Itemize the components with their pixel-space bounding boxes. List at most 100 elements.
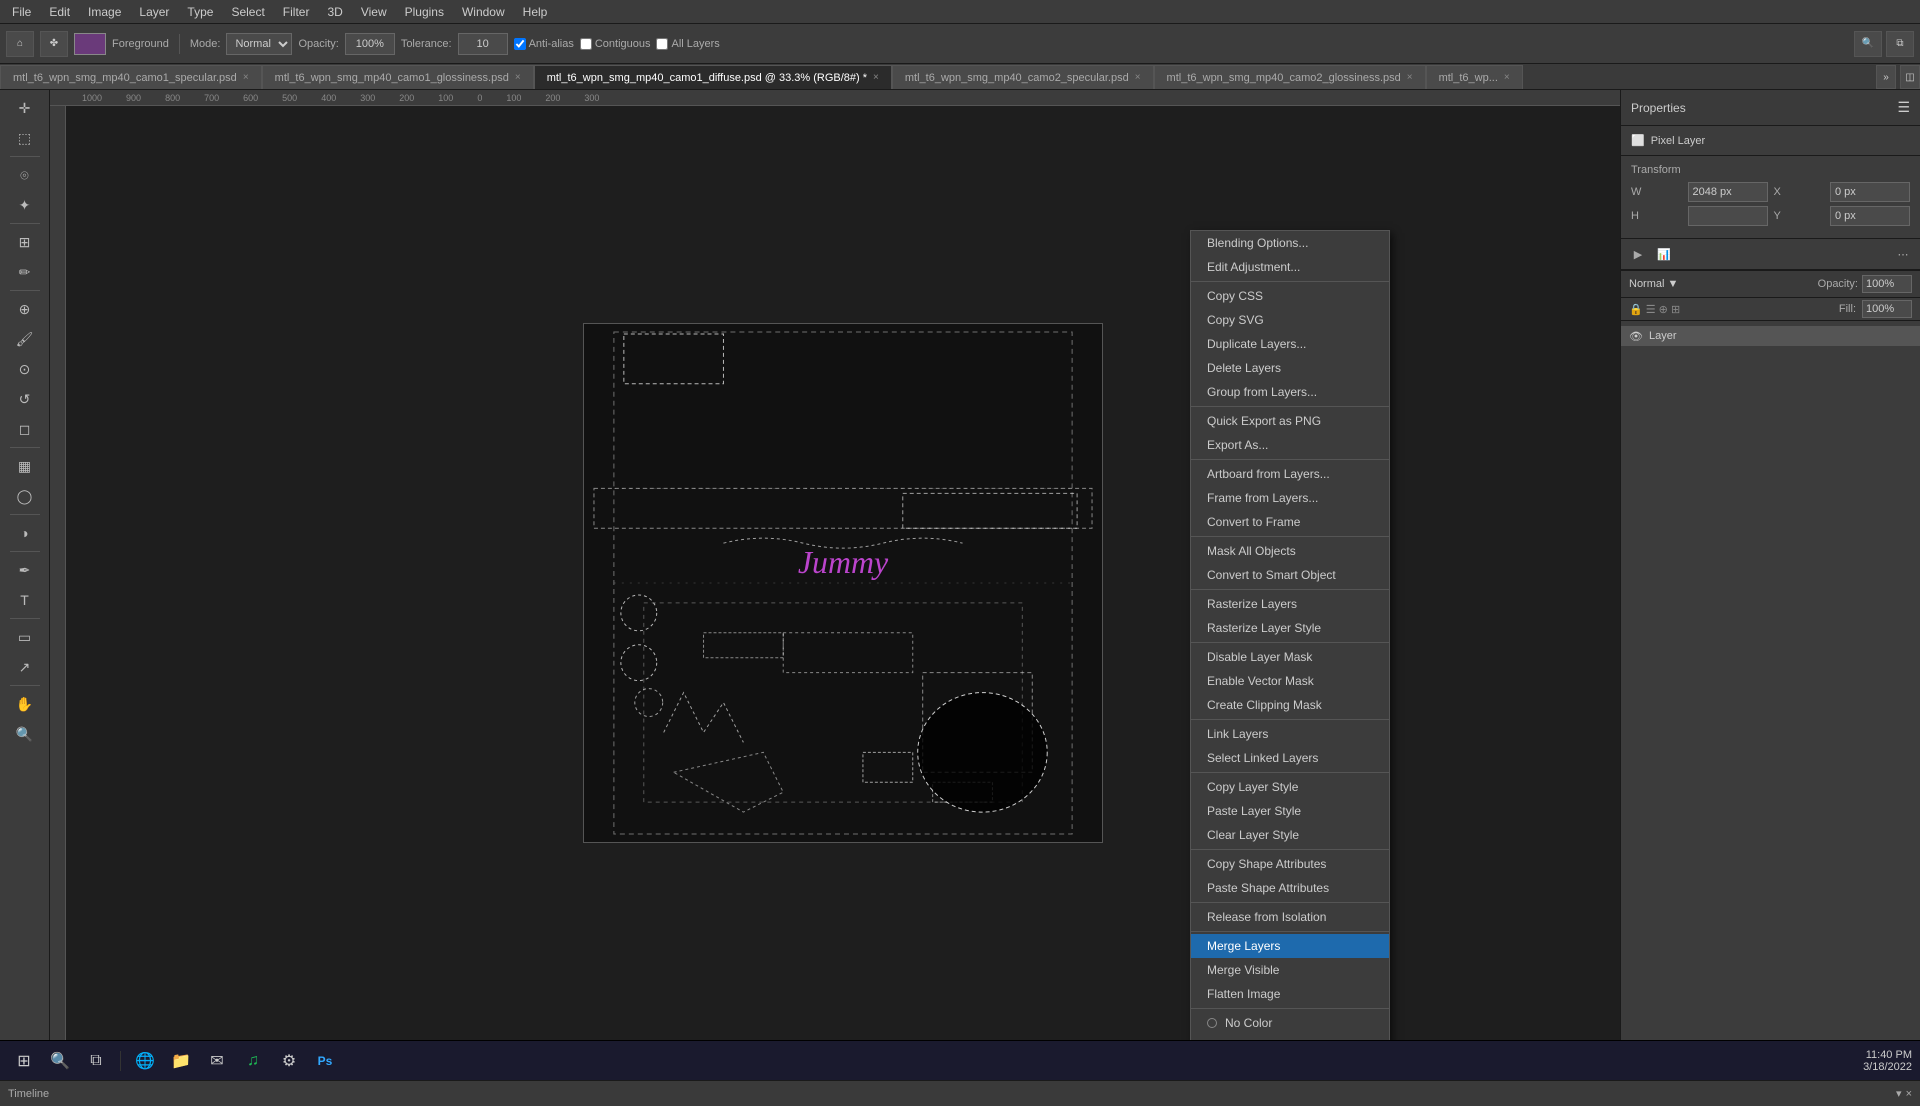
- x-input[interactable]: [1830, 182, 1910, 202]
- stamp-tool[interactable]: ⊙: [7, 355, 43, 383]
- crop-tool[interactable]: ⊞: [7, 228, 43, 256]
- chart-icon[interactable]: 📊: [1653, 243, 1675, 265]
- healing-tool[interactable]: ⊕: [7, 295, 43, 323]
- search-tool[interactable]: 🔍: [1854, 31, 1882, 57]
- tool-selector[interactable]: ✤: [40, 31, 68, 57]
- gradient-tool[interactable]: ▦: [7, 452, 43, 480]
- menu-layer[interactable]: Layer: [131, 3, 177, 21]
- tab-1[interactable]: mtl_t6_wpn_smg_mp40_camo1_glossiness.psd…: [262, 65, 534, 89]
- timeline-close-btn[interactable]: ×: [1906, 1088, 1912, 1100]
- ctx-copy-layer-style[interactable]: Copy Layer Style: [1191, 775, 1389, 799]
- ctx-convert-frame[interactable]: Convert to Frame: [1191, 510, 1389, 534]
- tab-4[interactable]: mtl_t6_wpn_smg_mp40_camo2_glossiness.psd…: [1154, 65, 1426, 89]
- tab-2[interactable]: mtl_t6_wpn_smg_mp40_camo1_diffuse.psd @ …: [534, 65, 892, 89]
- ctx-convert-smart[interactable]: Convert to Smart Object: [1191, 563, 1389, 587]
- ctx-clear-layer-style[interactable]: Clear Layer Style: [1191, 823, 1389, 847]
- ctx-link-layers[interactable]: Link Layers: [1191, 722, 1389, 746]
- canvas[interactable]: Jummy: [583, 323, 1103, 843]
- ctx-mask-all[interactable]: Mask All Objects: [1191, 539, 1389, 563]
- ctx-no-color[interactable]: No Color: [1191, 1011, 1389, 1035]
- foreground-swatch[interactable]: [74, 33, 106, 55]
- magic-wand-tool[interactable]: ✦: [7, 191, 43, 219]
- text-tool[interactable]: T: [7, 586, 43, 614]
- tab-3[interactable]: mtl_t6_wpn_smg_mp40_camo2_specular.psd ×: [892, 65, 1154, 89]
- layer-item-1[interactable]: 👁 Layer: [1621, 326, 1920, 346]
- dodge-tool[interactable]: ◑: [7, 519, 43, 547]
- ctx-artboard[interactable]: Artboard from Layers...: [1191, 462, 1389, 486]
- tolerance-input[interactable]: [458, 33, 508, 55]
- tab-0[interactable]: mtl_t6_wpn_smg_mp40_camo1_specular.psd ×: [0, 65, 262, 89]
- blur-tool[interactable]: ◯: [7, 482, 43, 510]
- panel-more-icon[interactable]: ⋯: [1892, 243, 1914, 265]
- brush-tool[interactable]: 🖌: [7, 325, 43, 353]
- tab-0-close[interactable]: ×: [243, 72, 249, 83]
- ctx-disable-mask[interactable]: Disable Layer Mask: [1191, 645, 1389, 669]
- menu-edit[interactable]: Edit: [41, 3, 78, 21]
- taskbar-explorer[interactable]: 📁: [165, 1045, 197, 1077]
- taskbar-steam[interactable]: ⚙: [273, 1045, 305, 1077]
- tab-4-close[interactable]: ×: [1407, 72, 1413, 83]
- anti-alias-checkbox[interactable]: [514, 38, 526, 50]
- ctx-select-linked[interactable]: Select Linked Layers: [1191, 746, 1389, 770]
- ctx-paste-layer-style[interactable]: Paste Layer Style: [1191, 799, 1389, 823]
- taskbar-photoshop[interactable]: Ps: [309, 1045, 341, 1077]
- taskbar-spotify[interactable]: ♫: [237, 1045, 269, 1077]
- taskbar-mail[interactable]: ✉: [201, 1045, 233, 1077]
- ctx-release-isolation[interactable]: Release from Isolation: [1191, 905, 1389, 929]
- tab-5[interactable]: mtl_t6_wp... ×: [1426, 65, 1523, 89]
- h-input[interactable]: [1688, 206, 1768, 226]
- menu-3d[interactable]: 3D: [319, 3, 350, 21]
- all-layers-checkbox[interactable]: [656, 38, 668, 50]
- ctx-enable-vector[interactable]: Enable Vector Mask: [1191, 669, 1389, 693]
- ctx-blending[interactable]: Blending Options...: [1191, 231, 1389, 255]
- menu-view[interactable]: View: [353, 3, 395, 21]
- mode-select[interactable]: Normal: [226, 33, 292, 55]
- ctx-merge-visible[interactable]: Merge Visible: [1191, 958, 1389, 982]
- tab-panel-toggle[interactable]: ◫: [1900, 65, 1920, 89]
- timeline-collapse-btn[interactable]: ▾: [1896, 1087, 1902, 1100]
- animate-icon[interactable]: ▶: [1627, 243, 1649, 265]
- properties-menu-icon[interactable]: ☰: [1897, 99, 1910, 116]
- layers-fill-input[interactable]: [1862, 300, 1912, 318]
- move-tool[interactable]: ✛: [7, 94, 43, 122]
- menu-select[interactable]: Select: [223, 3, 272, 21]
- selection-tool[interactable]: ⬚: [7, 124, 43, 152]
- history-tool[interactable]: ↺: [7, 385, 43, 413]
- tab-1-close[interactable]: ×: [515, 72, 521, 83]
- menu-help[interactable]: Help: [515, 3, 556, 21]
- opacity-input[interactable]: [345, 33, 395, 55]
- menu-file[interactable]: File: [4, 3, 39, 21]
- ctx-export-as[interactable]: Export As...: [1191, 433, 1389, 457]
- ctx-group[interactable]: Group from Layers...: [1191, 380, 1389, 404]
- ctx-copy-shape[interactable]: Copy Shape Attributes: [1191, 852, 1389, 876]
- arrange-tool[interactable]: ⧉: [1886, 31, 1914, 57]
- taskbar-edge[interactable]: 🌐: [129, 1045, 161, 1077]
- hand-tool[interactable]: ✋: [7, 690, 43, 718]
- menu-window[interactable]: Window: [454, 3, 513, 21]
- ctx-edit-adjustment[interactable]: Edit Adjustment...: [1191, 255, 1389, 279]
- tab-more-btn[interactable]: »: [1876, 65, 1896, 89]
- eyedropper-tool[interactable]: ✏: [7, 258, 43, 286]
- taskbar-search[interactable]: 🔍: [44, 1045, 76, 1077]
- ctx-rasterize[interactable]: Rasterize Layers: [1191, 592, 1389, 616]
- contiguous-checkbox[interactable]: [580, 38, 592, 50]
- ctx-quick-export[interactable]: Quick Export as PNG: [1191, 409, 1389, 433]
- taskbar-start[interactable]: ⊞: [8, 1045, 40, 1077]
- ctx-delete[interactable]: Delete Layers: [1191, 356, 1389, 380]
- tab-2-close[interactable]: ×: [873, 72, 879, 83]
- eraser-tool[interactable]: ◻: [7, 415, 43, 443]
- ctx-frame[interactable]: Frame from Layers...: [1191, 486, 1389, 510]
- menu-type[interactable]: Type: [179, 3, 221, 21]
- ctx-copy-css[interactable]: Copy CSS: [1191, 284, 1389, 308]
- pen-tool[interactable]: ✒: [7, 556, 43, 584]
- layers-opacity-input[interactable]: [1862, 275, 1912, 293]
- menu-plugins[interactable]: Plugins: [397, 3, 452, 21]
- ctx-copy-svg[interactable]: Copy SVG: [1191, 308, 1389, 332]
- tab-5-close[interactable]: ×: [1504, 72, 1510, 83]
- ctx-duplicate[interactable]: Duplicate Layers...: [1191, 332, 1389, 356]
- lasso-tool[interactable]: ⌾: [7, 161, 43, 189]
- ctx-paste-shape[interactable]: Paste Shape Attributes: [1191, 876, 1389, 900]
- menu-filter[interactable]: Filter: [275, 3, 318, 21]
- ctx-merge-layers[interactable]: Merge Layers: [1191, 934, 1389, 958]
- ctx-rasterize-style[interactable]: Rasterize Layer Style: [1191, 616, 1389, 640]
